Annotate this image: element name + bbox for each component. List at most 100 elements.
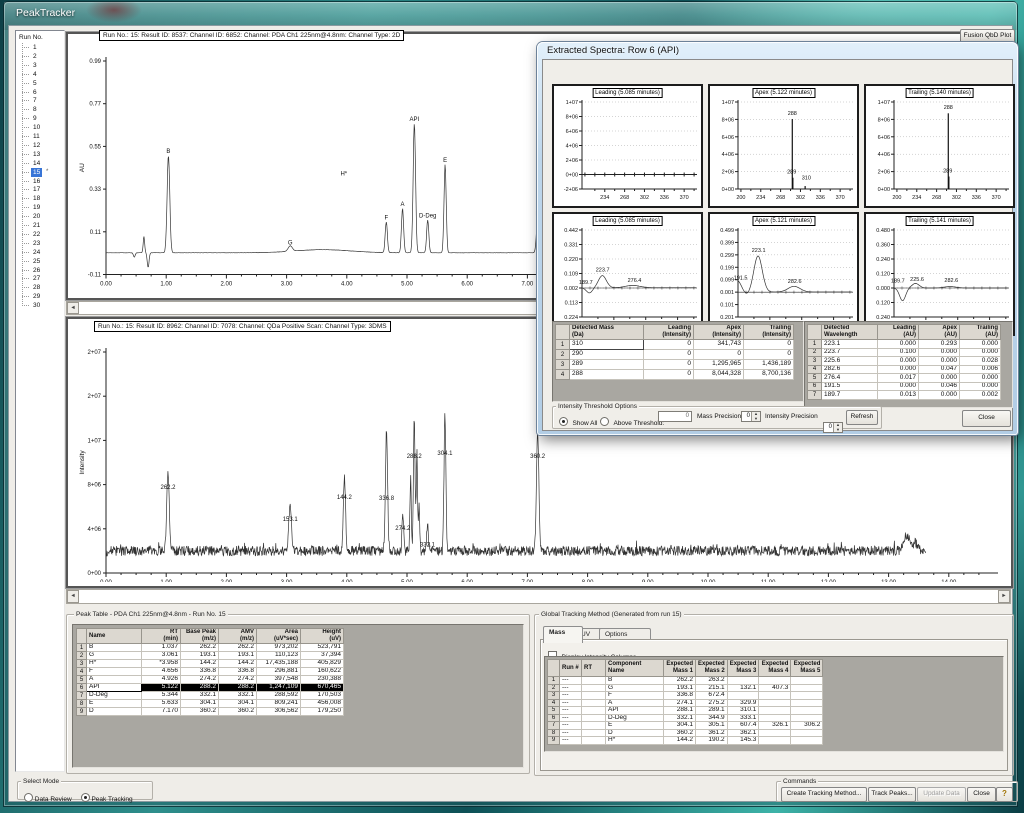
run-item-3[interactable]: 3 (16, 61, 64, 70)
fusion-qbd-plot-button[interactable]: Fusion QbD Plot (960, 29, 1015, 43)
spinner-arrows-icon[interactable]: ▲▼ (833, 423, 842, 432)
run-item-label: 5 (31, 79, 39, 88)
peak-row-6[interactable]: 6API5.122288.2288.21,247,109670,465 (77, 684, 344, 692)
run-item-24[interactable]: 24 (16, 248, 64, 257)
wavelength-row-1[interactable]: 1223.10.0000.2930.000 (808, 340, 1001, 349)
tracking-row-8[interactable]: 8---D360.2361.2362.1 (548, 729, 823, 737)
track-peaks-button[interactable]: Track Peaks... (868, 787, 916, 802)
peak-row-9[interactable]: 9D7.170360.2360.2306,562179,250 (77, 708, 344, 716)
tracking-row-9[interactable]: 9---H*144.2190.2145.3 (548, 737, 823, 745)
peak-row-1[interactable]: 1B1.037262.2262.2973,202523,791 (77, 644, 344, 652)
scroll-left-icon[interactable]: ◄ (67, 590, 79, 603)
above-threshold-option[interactable]: Above Threshold: (600, 412, 664, 430)
dialog-client: Leading (5.085 minutes)1+078+066+064+062… (542, 59, 1013, 431)
peak-row-8[interactable]: 8E5.633304.1304.1809,241456,008 (77, 700, 344, 708)
run-item-21[interactable]: 21 (16, 221, 64, 230)
run-item-30[interactable]: 30 (16, 301, 64, 310)
run-item-12[interactable]: 12 (16, 141, 64, 150)
cell: 145.3 (727, 737, 759, 745)
radio-icon[interactable] (24, 793, 33, 802)
wavelength-row-6[interactable]: 6191.50.0000.0460.000 (808, 382, 1001, 391)
cell: 0.046 (919, 382, 960, 391)
run-item-29[interactable]: 29 (16, 292, 64, 301)
run-item-6[interactable]: 6 (16, 88, 64, 97)
cell (582, 737, 606, 745)
threshold-input[interactable]: 0 (658, 411, 692, 422)
cell: 0.100 (878, 348, 919, 357)
dialog-close-button[interactable]: Close (962, 410, 1011, 427)
run-item-25[interactable]: 25 (16, 257, 64, 266)
run-item-27[interactable]: 27 (16, 274, 64, 283)
run-item-26[interactable]: 26 (16, 266, 64, 275)
dialog-titlebar[interactable]: Extracted Spectra: Row 6 (API) (547, 45, 679, 56)
wavelength-row-3[interactable]: 3225.60.0000.0000.028 (808, 357, 1001, 366)
show-all-option[interactable]: Show All (559, 412, 597, 430)
wavelength-row-7[interactable]: 7189.70.0130.0000.002 (808, 391, 1001, 400)
peak-row-2[interactable]: 2G3.061193.1193.1110,12337,394 (77, 652, 344, 660)
mass-row-4[interactable]: 428808,044,3288,700,136 (556, 370, 794, 380)
run-item-22[interactable]: 22 (16, 230, 64, 239)
run-item-9[interactable]: 9 (16, 114, 64, 123)
svg-text:268: 268 (932, 195, 941, 201)
cell: 310 (570, 340, 644, 350)
spinner-arrows-icon[interactable]: ▲▼ (751, 412, 760, 421)
wavelength-row-5[interactable]: 5276.40.0170.0000.000 (808, 374, 1001, 383)
tab-mass[interactable]: Mass (543, 626, 583, 643)
run-item-15[interactable]: 15* (16, 168, 64, 177)
scroll-left-icon[interactable]: ◄ (67, 302, 79, 314)
peak-row-7[interactable]: 7D-Deg5.344332.1332.1288,592170,503 (77, 692, 344, 700)
row-number: 6 (548, 714, 560, 722)
wavelength-row-4[interactable]: 4282.60.0000.0470.006 (808, 365, 1001, 374)
mass-row-2[interactable]: 2290000 (556, 350, 794, 360)
run-item-8[interactable]: 8 (16, 105, 64, 114)
mass-precision-spinner[interactable]: 0 ▲▼ (741, 411, 761, 422)
run-item-11[interactable]: 11 (16, 132, 64, 141)
run-item-5[interactable]: 5 (16, 79, 64, 88)
mode-option-data-review[interactable]: Data Review (24, 788, 72, 805)
run-item-28[interactable]: 28 (16, 283, 64, 292)
help-icon[interactable]: ? (996, 787, 1013, 802)
run-item-14[interactable]: 14 (16, 159, 64, 168)
tracking-row-5[interactable]: 5---API288.1289.1310.1 (548, 707, 823, 715)
create-tracking-method-button[interactable]: Create Tracking Method... (781, 787, 867, 802)
run-item-13[interactable]: 13 (16, 150, 64, 159)
run-item-20[interactable]: 20 (16, 212, 64, 221)
tree-branch (22, 252, 29, 253)
run-item-4[interactable]: 4 (16, 70, 64, 79)
tree-branch (22, 127, 29, 128)
tracking-row-7[interactable]: 7---E304.1305.1607.4326.1306.2 (548, 722, 823, 730)
mass-row-1[interactable]: 13100341,7430 (556, 340, 794, 350)
wavelength-row-2[interactable]: 2223.70.1000.0000.000 (808, 348, 1001, 357)
column-header: ExpectedMass 4 (759, 660, 791, 677)
run-item-18[interactable]: 18 (16, 194, 64, 203)
refresh-button[interactable]: Refresh (846, 410, 878, 425)
peak-row-5[interactable]: 5A4.926274.2274.2397,548230,388 (77, 676, 344, 684)
close-button[interactable]: Close (967, 787, 996, 802)
run-item-17[interactable]: 17 (16, 185, 64, 194)
run-item-7[interactable]: 7 (16, 96, 64, 105)
peak-row-4[interactable]: 4F4.656336.8336.8296,881160,622 (77, 668, 344, 676)
run-item-19[interactable]: 19 (16, 203, 64, 212)
peak-row-3[interactable]: 3H**3.958144.2144.217,435,188405,829 (77, 660, 344, 668)
run-item-2[interactable]: 2 (16, 52, 64, 61)
tracking-row-2[interactable]: 2---G193.1215.1132.1407.3 (548, 684, 823, 692)
tracking-row-4[interactable]: 4---A274.1275.2329.9 (548, 699, 823, 707)
mass-row-3[interactable]: 328901,295,9651,436,189 (556, 360, 794, 370)
tracking-row-1[interactable]: 1---B262.2263.2 (548, 677, 823, 685)
ms-chart-hscrollbar[interactable]: ◄ ► (66, 589, 1011, 604)
run-item-16[interactable]: 16 (16, 177, 64, 186)
run-item-10[interactable]: 10 (16, 123, 64, 132)
intensity-precision-spinner[interactable]: 0 ▲▼ (823, 422, 843, 433)
radio-icon[interactable] (81, 793, 90, 802)
cell: --- (560, 677, 582, 685)
svg-text:0.199: 0.199 (720, 265, 734, 271)
cell (582, 707, 606, 715)
show-all-radio-icon[interactable] (559, 417, 568, 426)
scroll-right-icon[interactable]: ► (998, 590, 1010, 603)
run-item-23[interactable]: 23 (16, 239, 64, 248)
run-item-1[interactable]: 1 (16, 43, 64, 52)
above-threshold-radio-icon[interactable] (600, 417, 609, 426)
mode-option-peak-tracking[interactable]: Peak Tracking (81, 788, 133, 805)
tracking-row-3[interactable]: 3---F336.8672.4 (548, 692, 823, 700)
tracking-row-6[interactable]: 6---D-Deg332.1344.9333.1 (548, 714, 823, 722)
